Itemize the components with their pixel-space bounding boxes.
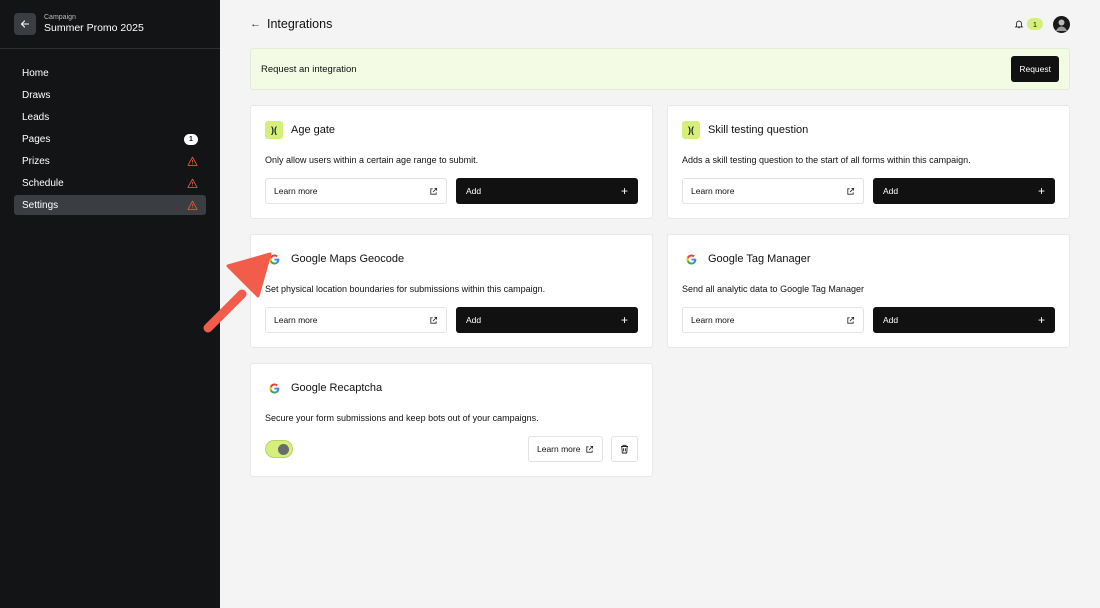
request-button[interactable]: Request bbox=[1011, 56, 1059, 82]
sidebar-item-prizes[interactable]: Prizes bbox=[14, 151, 206, 171]
add-button[interactable]: Add + bbox=[456, 307, 638, 333]
add-label: Add bbox=[466, 186, 482, 196]
page-title-text: Integrations bbox=[267, 17, 333, 31]
add-label: Add bbox=[883, 315, 899, 325]
integration-description: Secure your form submissions and keep bo… bbox=[265, 413, 539, 423]
integration-title: Google Maps Geocode bbox=[291, 253, 405, 265]
learn-more-button[interactable]: Learn more bbox=[265, 178, 447, 204]
brand-logo-icon: )( bbox=[682, 121, 700, 139]
notification-count-badge[interactable]: 1 bbox=[1027, 18, 1043, 30]
sidebar-item-label: Pages bbox=[22, 133, 51, 145]
learn-more-label: Learn more bbox=[537, 444, 581, 454]
google-icon bbox=[265, 379, 283, 397]
add-button[interactable]: Add + bbox=[873, 178, 1055, 204]
sidebar-item-leads[interactable]: Leads bbox=[14, 107, 206, 127]
sidebar-item-settings[interactable]: Settings bbox=[14, 195, 206, 215]
top-right-actions: 1 bbox=[1014, 15, 1070, 33]
brand-logo-icon: )( bbox=[265, 121, 283, 139]
integration-description: Set physical location boundaries for sub… bbox=[265, 284, 546, 294]
plus-icon: + bbox=[620, 184, 628, 198]
integration-card-google-maps-geocode: Google Maps Geocode Set physical locatio… bbox=[250, 234, 653, 348]
integration-title: Skill testing question bbox=[708, 124, 809, 136]
integration-title: Google Tag Manager bbox=[708, 253, 811, 265]
warning-icon bbox=[187, 156, 198, 166]
learn-more-label: Learn more bbox=[274, 186, 318, 196]
integration-description: Send all analytic data to Google Tag Man… bbox=[682, 284, 864, 294]
back-button[interactable] bbox=[14, 13, 36, 35]
campaign-info: Campaign Summer Promo 2025 bbox=[44, 13, 144, 35]
user-avatar-icon bbox=[1056, 19, 1067, 31]
plus-icon: + bbox=[1037, 313, 1045, 327]
external-link-icon bbox=[847, 316, 855, 324]
sidebar-item-schedule[interactable]: Schedule bbox=[14, 173, 206, 193]
sidebar-item-label: Leads bbox=[22, 111, 50, 123]
sidebar-item-label: Prizes bbox=[22, 155, 50, 167]
recaptcha-enabled-toggle[interactable] bbox=[265, 440, 293, 458]
campaign-name: Summer Promo 2025 bbox=[44, 22, 144, 34]
add-button[interactable]: Add + bbox=[456, 178, 638, 204]
add-button[interactable]: Add + bbox=[873, 307, 1055, 333]
learn-more-label: Learn more bbox=[691, 315, 735, 325]
integration-description: Adds a skill testing question to the sta… bbox=[682, 155, 971, 165]
page-title: ← Integrations bbox=[250, 17, 332, 31]
plus-icon: + bbox=[620, 313, 628, 327]
sidebar-item-label: Home bbox=[22, 67, 49, 79]
request-integration-text: Request an integration bbox=[261, 63, 357, 75]
integration-card-age-gate: )( Age gate Only allow users within a ce… bbox=[250, 105, 653, 219]
add-label: Add bbox=[466, 315, 482, 325]
google-icon bbox=[682, 250, 700, 268]
add-label: Add bbox=[883, 186, 899, 196]
external-link-icon bbox=[430, 316, 438, 324]
sidebar-item-label: Schedule bbox=[22, 177, 64, 189]
sidebar-item-label: Draws bbox=[22, 89, 51, 101]
top-bar: ← Integrations 1 bbox=[250, 14, 1070, 34]
external-link-icon bbox=[586, 445, 594, 453]
sidebar-nav: Home Draws Leads Pages 1 Prizes Schedule… bbox=[14, 63, 206, 217]
external-link-icon bbox=[430, 187, 438, 195]
integration-description: Only allow users within a certain age ra… bbox=[265, 155, 479, 165]
bell-icon[interactable] bbox=[1014, 19, 1024, 29]
sidebar-item-pages[interactable]: Pages 1 bbox=[14, 129, 206, 149]
toggle-knob bbox=[278, 444, 289, 455]
integration-card-google-recaptcha: Google Recaptcha Secure your form submis… bbox=[250, 363, 653, 477]
learn-more-button[interactable]: Learn more bbox=[682, 178, 864, 204]
integration-card-skill-testing-question: )( Skill testing question Adds a skill t… bbox=[667, 105, 1070, 219]
back-arrow-icon[interactable]: ← bbox=[250, 18, 261, 30]
trash-icon bbox=[621, 444, 628, 454]
sidebar-item-label: Settings bbox=[22, 199, 59, 211]
request-integration-banner: Request an integration Request bbox=[250, 48, 1070, 90]
external-link-icon bbox=[847, 187, 855, 195]
annotation-arrow-icon bbox=[203, 252, 272, 333]
delete-button[interactable] bbox=[611, 436, 638, 462]
learn-more-button[interactable]: Learn more bbox=[265, 307, 447, 333]
sidebar-item-draws[interactable]: Draws bbox=[14, 85, 206, 105]
plus-icon: + bbox=[1037, 184, 1045, 198]
sidebar-header: Campaign Summer Promo 2025 bbox=[0, 0, 220, 49]
integration-title: Google Recaptcha bbox=[291, 382, 383, 394]
sidebar: Campaign Summer Promo 2025 Home Draws Le… bbox=[0, 0, 220, 608]
integration-card-google-tag-manager: Google Tag Manager Send all analytic dat… bbox=[667, 234, 1070, 348]
learn-more-button[interactable]: Learn more bbox=[528, 436, 603, 462]
campaign-label: Campaign bbox=[44, 14, 76, 21]
integration-title: Age gate bbox=[291, 124, 336, 136]
learn-more-button[interactable]: Learn more bbox=[682, 307, 864, 333]
warning-icon bbox=[187, 200, 198, 210]
sidebar-item-home[interactable]: Home bbox=[14, 63, 206, 83]
learn-more-label: Learn more bbox=[691, 186, 735, 196]
avatar[interactable] bbox=[1053, 15, 1070, 33]
pages-count-badge: 1 bbox=[184, 133, 198, 145]
warning-icon bbox=[187, 178, 198, 188]
arrow-left-icon bbox=[20, 20, 30, 28]
